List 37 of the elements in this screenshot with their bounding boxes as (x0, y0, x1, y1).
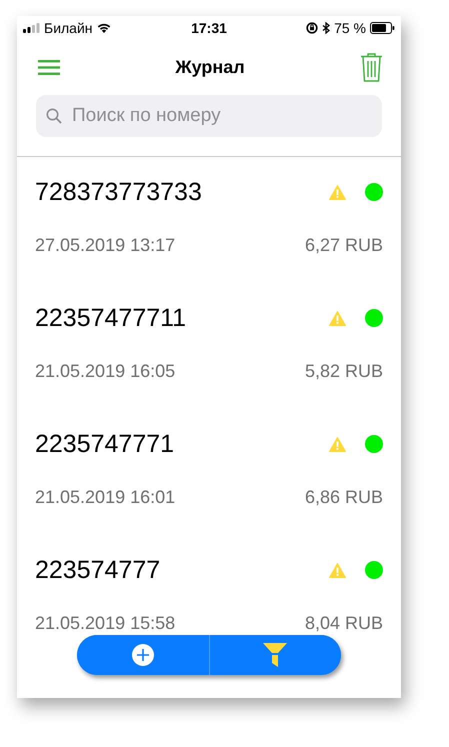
search-icon (46, 108, 62, 124)
warning-icon (329, 310, 346, 326)
amount: 6,27 RUB (304, 234, 383, 256)
date-time: 21.05.2019 16:05 (35, 360, 176, 382)
status-dot-icon (365, 309, 383, 327)
battery-percent: 75 % (334, 20, 366, 36)
warning-icon (329, 184, 346, 200)
amount: 8,04 RUB (304, 612, 383, 634)
status-dot-icon (365, 183, 383, 201)
clock-time: 17:31 (191, 20, 227, 36)
bluetooth-icon (322, 22, 330, 34)
amount: 6,86 RUB (304, 486, 383, 508)
amount: 5,82 RUB (304, 360, 383, 382)
status-dot-icon (365, 561, 383, 579)
date-time: 27.05.2019 13:17 (35, 234, 176, 256)
warning-icon (329, 562, 346, 578)
warning-icon (329, 436, 346, 452)
battery-icon (370, 22, 395, 34)
phone-number[interactable]: 223574777 (35, 556, 329, 584)
screen-title: Журнал (175, 56, 245, 78)
phone-number[interactable]: 728373773733 (35, 178, 329, 206)
signal-icon (23, 23, 40, 33)
phone-number[interactable]: 22357477711 (35, 304, 329, 332)
carrier-name: Билайн (44, 20, 93, 36)
filter-icon (263, 643, 288, 667)
status-dot-icon (365, 435, 383, 453)
rotation-lock-icon (306, 22, 318, 34)
menu-icon[interactable] (38, 60, 60, 74)
add-button[interactable] (77, 635, 208, 675)
date-time: 21.05.2019 16:01 (35, 486, 176, 508)
date-time: 21.05.2019 15:58 (35, 612, 176, 634)
plus-icon (132, 644, 154, 666)
filter-button[interactable] (210, 635, 341, 675)
wifi-icon (96, 23, 111, 33)
search-field[interactable]: Поиск по номеру (36, 95, 382, 137)
trash-icon[interactable] (360, 52, 383, 82)
phone-number[interactable]: 2235747771 (35, 430, 329, 458)
